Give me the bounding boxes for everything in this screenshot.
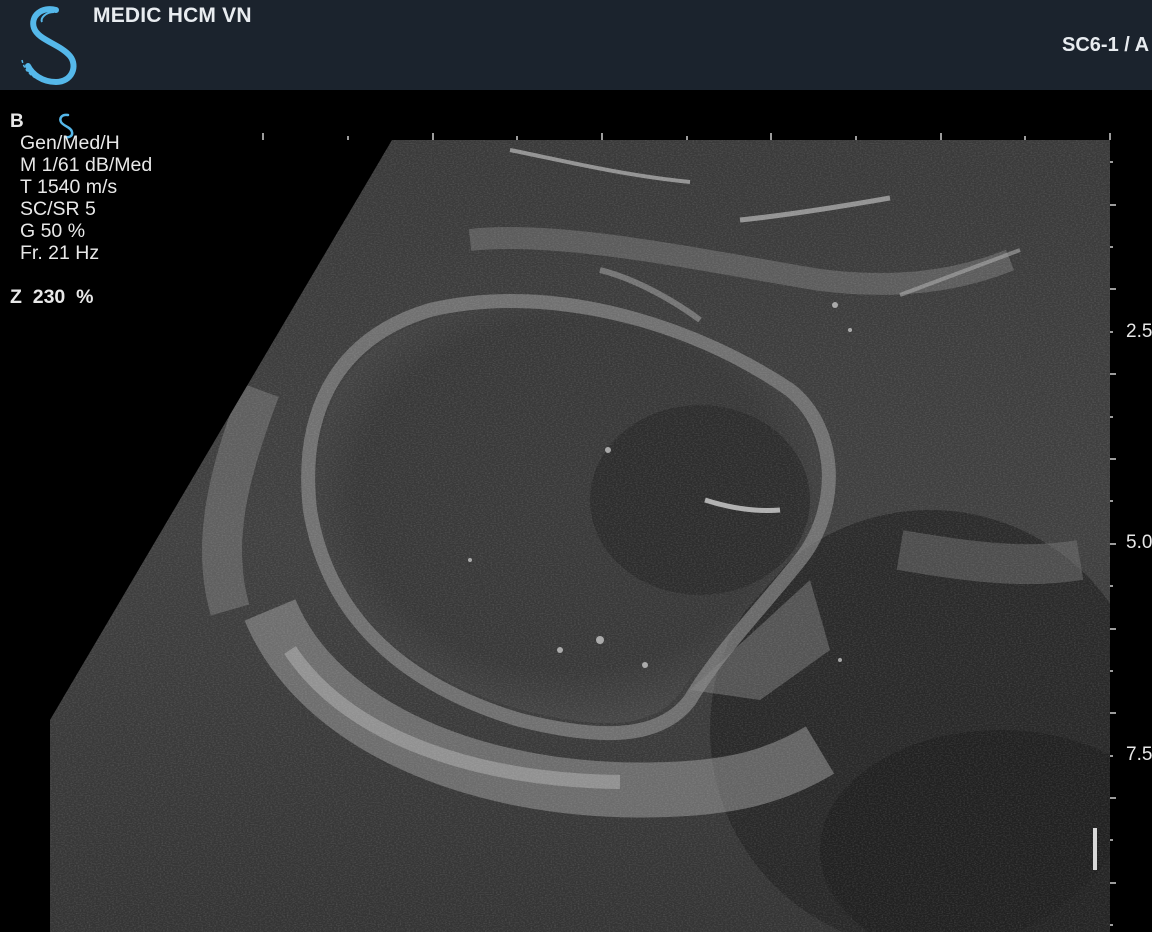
probe-preset-label: SC6-1 / A <box>1062 34 1150 56</box>
imaging-mode-label: B <box>10 111 24 132</box>
param-line: SC/SR 5 <box>20 198 96 220</box>
ultrasound-image[interactable] <box>0 90 1152 932</box>
depth-label: 2.5 <box>1126 321 1152 342</box>
param-line: T 1540 m/s <box>20 176 118 198</box>
param-line: Gen/Med/H <box>20 132 120 154</box>
acquisition-parameters: Gen/Med/H M 1/61 dB/Med T 1540 m/s SC/SR… <box>20 132 152 264</box>
param-line: G 50 % <box>20 220 86 242</box>
depth-scale-ticks <box>1110 161 1116 926</box>
institution-name: MEDIC HCM VN <box>93 4 252 27</box>
brand-s-logo-icon <box>21 6 77 86</box>
focus-marker[interactable] <box>1093 828 1097 870</box>
header-bar: MEDIC HCM VN SC6-1 / A <box>0 0 1152 90</box>
zoom-readout: Z 230 % <box>10 286 94 308</box>
param-line: Fr. 21 Hz <box>20 242 100 264</box>
ultrasound-viewer: MEDIC HCM VN SC6-1 / A B Gen/Med/H M 1/6… <box>0 0 1152 932</box>
depth-label: 5.0 <box>1126 532 1152 553</box>
depth-label: 7.5 <box>1126 744 1152 765</box>
param-line: M 1/61 dB/Med <box>20 154 153 176</box>
lateral-scale-ticks <box>262 133 1111 140</box>
